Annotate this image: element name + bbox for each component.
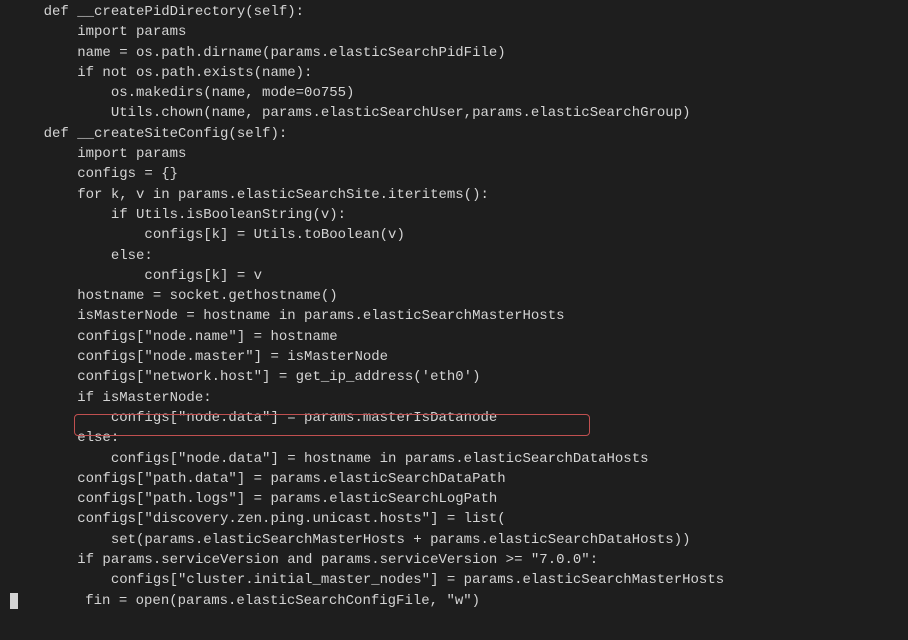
- code-line: import params: [10, 144, 898, 164]
- code-line: name = os.path.dirname(params.elasticSea…: [10, 43, 898, 63]
- code-editor[interactable]: def __createPidDirectory(self): import p…: [10, 2, 898, 611]
- code-line: if params.serviceVersion and params.serv…: [10, 550, 898, 570]
- code-line: Utils.chown(name, params.elasticSearchUs…: [10, 103, 898, 123]
- code-line: if Utils.isBooleanString(v):: [10, 205, 898, 225]
- code-line: hostname = socket.gethostname(): [10, 286, 898, 306]
- code-line: configs[k] = v: [10, 266, 898, 286]
- code-line: isMasterNode = hostname in params.elasti…: [10, 306, 898, 326]
- code-line: if not os.path.exists(name):: [10, 63, 898, 83]
- code-line: configs["node.data"] = hostname in param…: [10, 449, 898, 469]
- code-line: configs[k] = Utils.toBoolean(v): [10, 225, 898, 245]
- code-line: configs["node.name"] = hostname: [10, 327, 898, 347]
- code-line: configs["discovery.zen.ping.unicast.host…: [10, 509, 898, 529]
- code-line-cursor: fin = open(params.elasticSearchConfigFil…: [10, 591, 898, 611]
- code-line: configs = {}: [10, 164, 898, 184]
- code-line: os.makedirs(name, mode=0o755): [10, 83, 898, 103]
- code-line: else:: [10, 246, 898, 266]
- code-line: set(params.elasticSearchMasterHosts + pa…: [10, 530, 898, 550]
- code-line: configs["network.host"] = get_ip_address…: [10, 367, 898, 387]
- code-line: import params: [10, 22, 898, 42]
- code-line: for k, v in params.elasticSearchSite.ite…: [10, 185, 898, 205]
- code-line: def __createPidDirectory(self):: [10, 2, 898, 22]
- code-line: configs["path.data"] = params.elasticSea…: [10, 469, 898, 489]
- code-line: if isMasterNode:: [10, 388, 898, 408]
- code-line-text: fin = open(params.elasticSearchConfigFil…: [18, 593, 480, 609]
- code-line: configs["path.logs"] = params.elasticSea…: [10, 489, 898, 509]
- code-line: configs["node.master"] = isMasterNode: [10, 347, 898, 367]
- code-line: def __createSiteConfig(self):: [10, 124, 898, 144]
- text-cursor: [10, 593, 18, 609]
- code-line: configs["cluster.initial_master_nodes"] …: [10, 570, 898, 590]
- code-line: else:: [10, 428, 898, 448]
- code-line: configs["node.data"] = params.masterIsDa…: [10, 408, 898, 428]
